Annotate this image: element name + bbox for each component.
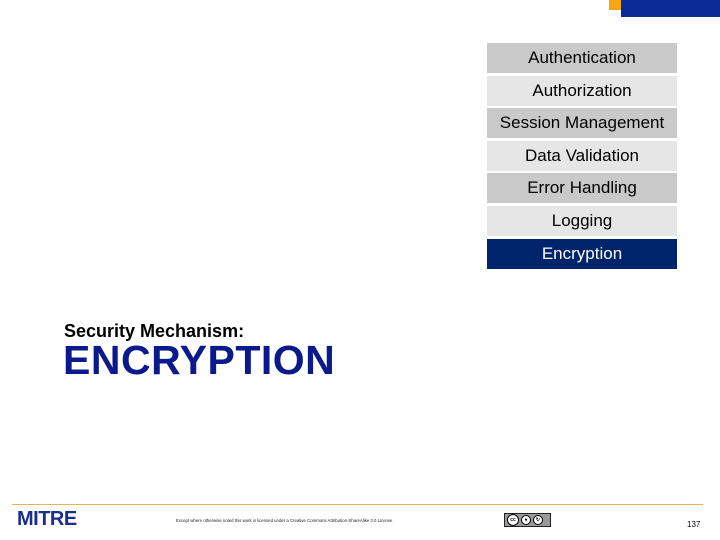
menu-item-encryption[interactable]: Encryption — [487, 238, 677, 269]
attribution-icon: ● — [521, 515, 531, 525]
cc-icon: cc — [507, 514, 519, 526]
topic-menu: Authentication Authorization Session Man… — [487, 43, 677, 271]
menu-item-error-handling[interactable]: Error Handling — [487, 173, 677, 204]
page-number: 137 — [687, 520, 701, 529]
menu-item-logging[interactable]: Logging — [487, 205, 677, 236]
share-alike-icon: ↻ — [533, 515, 543, 525]
menu-item-session-management[interactable]: Session Management — [487, 108, 677, 139]
top-brand-bar — [621, 0, 720, 17]
top-accent-square — [609, 0, 621, 10]
footer-divider — [12, 504, 703, 505]
creative-commons-badge[interactable]: cc ● ↻ — [504, 513, 551, 527]
menu-item-data-validation[interactable]: Data Validation — [487, 140, 677, 171]
menu-item-authentication[interactable]: Authentication — [487, 43, 677, 73]
page-title: ENCRYPTION — [63, 337, 336, 383]
mitre-logo: MITRE — [17, 508, 77, 530]
menu-item-authorization[interactable]: Authorization — [487, 75, 677, 106]
license-text: Except where otherwise noted this work i… — [176, 518, 393, 523]
